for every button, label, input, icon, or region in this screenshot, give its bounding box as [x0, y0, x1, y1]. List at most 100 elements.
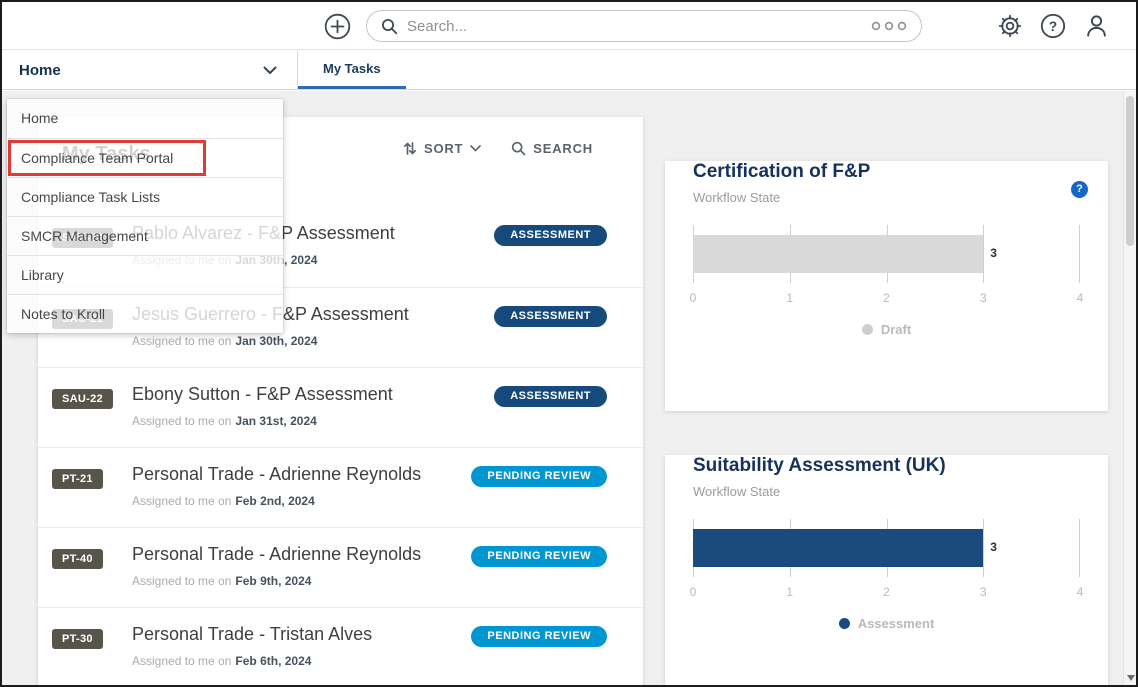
chart-card-suitability: Suitability Assessment (UK) Workflow Sta… — [665, 455, 1108, 687]
tab-label: My Tasks — [323, 61, 381, 76]
tick-label: 1 — [786, 585, 793, 599]
x-axis: 0 1 2 3 4 — [693, 291, 1080, 306]
task-ref-badge: PT-40 — [52, 549, 103, 569]
status-badge: PENDING REVIEW — [471, 626, 607, 647]
chart-help-icon[interactable]: ? — [1071, 181, 1088, 198]
bar-plot: 3 — [693, 519, 1080, 577]
list-controls: SORT SEARCH — [403, 141, 593, 156]
status-badge: PENDING REVIEW — [471, 466, 607, 487]
chart-card-certification: ? Certification of F&P Workflow State 3 … — [665, 161, 1108, 411]
search-label: SEARCH — [533, 141, 593, 156]
search-options-icon[interactable] — [871, 21, 907, 31]
help-button[interactable]: ? — [1040, 13, 1066, 39]
search-icon — [381, 18, 398, 35]
tick-label: 0 — [690, 291, 697, 305]
gridline — [983, 225, 984, 283]
menu-item-label: Library — [21, 267, 64, 283]
chart-legend: Draft — [665, 322, 1108, 337]
chart-title: Certification of F&P — [693, 161, 1080, 183]
tab-my-tasks[interactable]: My Tasks — [298, 51, 406, 89]
home-dropdown-menu: Home Compliance Team Portal Compliance T… — [7, 99, 283, 333]
person-icon — [1083, 12, 1110, 39]
task-assigned: Assigned to me on Feb 2nd, 2024 — [132, 494, 315, 508]
assigned-prefix: Assigned to me on — [132, 654, 231, 668]
gridline — [983, 519, 984, 577]
menu-item-notes-to-kroll[interactable]: Notes to Kroll — [7, 294, 283, 333]
tick-label: 3 — [980, 291, 987, 305]
chevron-down-icon — [470, 145, 481, 152]
chart-subtitle: Workflow State — [693, 484, 1080, 499]
plus-circle-icon — [324, 13, 351, 40]
assigned-prefix: Assigned to me on — [132, 334, 231, 348]
menu-item-smcr-management[interactable]: SMCR Management — [7, 216, 283, 255]
legend-label: Assessment — [858, 616, 935, 631]
legend-label: Draft — [881, 322, 911, 337]
assigned-prefix: Assigned to me on — [132, 414, 231, 428]
x-axis: 0 1 2 3 4 — [693, 585, 1080, 600]
search-control[interactable]: SEARCH — [511, 141, 593, 156]
top-bar: ? — [2, 2, 1136, 50]
module-label: Home — [19, 62, 61, 79]
legend-dot — [862, 324, 873, 335]
task-assigned: Assigned to me on Jan 31st, 2024 — [132, 414, 317, 428]
assigned-date: Feb 6th, 2024 — [235, 654, 311, 668]
menu-item-home[interactable]: Home — [7, 99, 283, 138]
task-row[interactable]: PT-21 Personal Trade - Adrienne Reynolds… — [38, 447, 643, 527]
tick-label: 0 — [690, 585, 697, 599]
menu-item-label: Home — [21, 110, 58, 126]
tick-label: 2 — [883, 291, 890, 305]
task-assigned: Assigned to me onFeb 9th, 2024 — [132, 574, 311, 588]
assigned-date: Feb 2nd, 2024 — [235, 494, 314, 508]
search-input[interactable] — [407, 18, 871, 35]
menu-item-label: Compliance Task Lists — [21, 189, 160, 205]
scrollbar-down-arrow[interactable] — [1127, 675, 1135, 681]
scrollbar[interactable] — [1123, 91, 1136, 685]
profile-button[interactable] — [1083, 12, 1110, 39]
menu-item-label: Compliance Team Portal — [21, 150, 173, 166]
global-search[interactable] — [366, 10, 922, 42]
task-row[interactable]: PT-40 Personal Trade - Adrienne Reynolds… — [38, 527, 643, 607]
assigned-date: Jan 31st, 2024 — [235, 414, 316, 428]
assigned-prefix: Assigned to me on — [132, 574, 231, 588]
scrollbar-thumb[interactable] — [1126, 96, 1134, 246]
tick-label: 4 — [1077, 291, 1084, 305]
chart-legend: Assessment — [665, 616, 1108, 631]
gridline — [1079, 519, 1080, 577]
bar-value-label: 3 — [990, 540, 997, 554]
task-title: Personal Trade - Adrienne Reynolds — [132, 544, 421, 565]
bar-draft — [693, 235, 983, 273]
dashboard-column: ? Certification of F&P Workflow State 3 … — [665, 117, 1108, 687]
module-dropdown[interactable]: Home — [2, 51, 298, 89]
chart-title: Suitability Assessment (UK) — [693, 455, 1080, 477]
task-ref-badge: SAU-22 — [52, 389, 113, 409]
status-badge: ASSESSMENT — [494, 386, 607, 407]
svg-text:?: ? — [1049, 18, 1057, 33]
task-assigned: Assigned to me on Jan 30th, 2024 — [132, 334, 317, 348]
menu-item-library[interactable]: Library — [7, 255, 283, 294]
task-row[interactable]: PT-30 Personal Trade - Tristan Alves Ass… — [38, 607, 643, 687]
add-button[interactable] — [324, 13, 351, 40]
assigned-date: Jan 30th, 2024 — [235, 334, 317, 348]
sort-control[interactable]: SORT — [403, 141, 481, 156]
status-badge: ASSESSMENT — [494, 225, 607, 246]
menu-item-compliance-task-lists[interactable]: Compliance Task Lists — [7, 177, 283, 216]
task-assigned: Assigned to me on Feb 6th, 2024 — [132, 654, 311, 668]
chart-subtitle: Workflow State — [693, 190, 1080, 205]
gridline — [1079, 225, 1080, 283]
search-icon — [511, 141, 526, 156]
sort-label: SORT — [424, 141, 463, 156]
bar-plot: 3 — [693, 225, 1080, 283]
bar-value-label: 3 — [990, 246, 997, 260]
menu-item-compliance-team-portal[interactable]: Compliance Team Portal — [7, 138, 283, 177]
content-area: My Tasks SORT S — [2, 91, 1136, 685]
tick-label: 3 — [980, 585, 987, 599]
tick-label: 2 — [883, 585, 890, 599]
tick-label: 4 — [1077, 585, 1084, 599]
assigned-prefix: Assigned to me on — [132, 494, 231, 508]
nav-bar: Home My Tasks — [2, 51, 1136, 90]
task-title: Ebony Sutton - F&P Assessment — [132, 384, 393, 405]
chevron-down-icon — [263, 66, 277, 75]
status-badge: ASSESSMENT — [494, 306, 607, 327]
task-row[interactable]: SAU-22 Ebony Sutton - F&P Assessment Ass… — [38, 367, 643, 447]
settings-button[interactable] — [997, 13, 1023, 39]
